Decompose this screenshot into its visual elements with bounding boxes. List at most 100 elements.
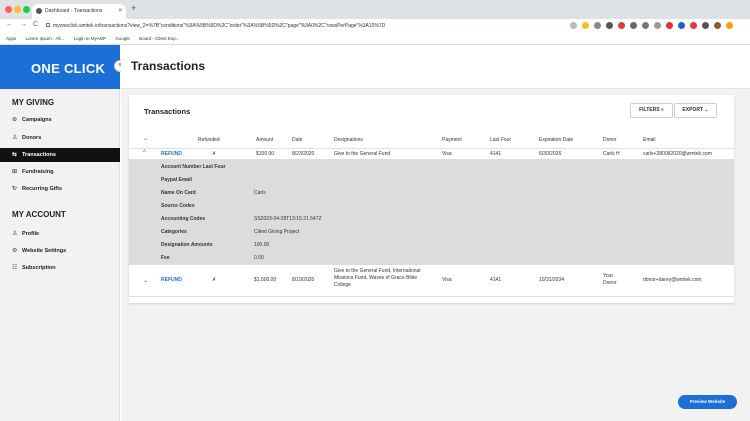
extension-icon[interactable] bbox=[678, 22, 685, 29]
detail-label: Source Codes bbox=[161, 203, 195, 209]
payment-cell: Visa bbox=[442, 277, 452, 283]
detail-value: Carls bbox=[254, 190, 266, 196]
bookmark-item[interactable]: Lorem Ipsum - All... bbox=[26, 36, 65, 41]
filters-label: FILTERS bbox=[639, 107, 660, 113]
address-bar[interactable]: myoneclick.wmtek.io/transactions?view_2=… bbox=[46, 21, 566, 32]
forward-button[interactable]: → bbox=[20, 21, 27, 28]
sidebar-item-website-settings[interactable]: ⚙ Website Settings bbox=[0, 244, 120, 258]
column-header-last-four[interactable]: Last Four bbox=[490, 137, 511, 143]
detail-label: Designation Amounts bbox=[161, 242, 213, 248]
not-refunded-icon: ✗ bbox=[212, 277, 217, 283]
extension-icon[interactable] bbox=[690, 22, 697, 29]
detail-label: Accounting Codes bbox=[161, 216, 206, 222]
exchange-icon: ⇆ bbox=[12, 152, 18, 158]
menu-icon[interactable] bbox=[726, 22, 733, 29]
page-header bbox=[121, 45, 750, 89]
designations-cell: Give to the General Fund bbox=[334, 151, 391, 157]
amount-cell: $100.00 bbox=[256, 151, 275, 157]
column-header-expiration-date[interactable]: Expiration Date bbox=[539, 137, 573, 143]
avatar[interactable] bbox=[714, 22, 721, 29]
expand-row-chevron-icon[interactable]: ⌄ bbox=[143, 277, 148, 284]
email-cell: donor+darey@wmtek.com bbox=[643, 277, 702, 283]
extension-icon[interactable] bbox=[642, 22, 649, 29]
extension-icon[interactable] bbox=[630, 22, 637, 29]
page-title: Transactions bbox=[131, 59, 206, 73]
maximize-window-button[interactable] bbox=[23, 6, 30, 13]
filter-icon: ≡ bbox=[660, 107, 664, 113]
sidebar-item-recurring-gifts[interactable]: ↻ Recurring Gifts bbox=[0, 182, 120, 196]
back-button[interactable]: ← bbox=[6, 21, 13, 28]
extension-icon[interactable] bbox=[594, 22, 601, 29]
detail-value: SS2023-04-28T13:15:21.547Z bbox=[254, 216, 322, 222]
sidebar-item-subscription[interactable]: ☷ Subscription bbox=[0, 261, 120, 275]
sidebar-item-label: Subscription bbox=[22, 265, 56, 271]
extension-icon[interactable] bbox=[606, 22, 613, 29]
gear-icon: ⚙ bbox=[12, 248, 18, 254]
browser-tab[interactable]: Dashboard - Transactions × bbox=[32, 4, 126, 19]
extension-icon[interactable] bbox=[582, 22, 589, 29]
column-header-designations[interactable]: Designations bbox=[334, 137, 363, 143]
tab-close-icon[interactable]: × bbox=[118, 4, 122, 19]
designations-cell: Give to the General Fund, International … bbox=[334, 268, 421, 288]
email-cell: carls+280082020@wmtek.com bbox=[643, 151, 712, 157]
chevron-down-icon: ⌄ bbox=[704, 107, 709, 113]
column-header-amount[interactable]: Amount bbox=[256, 137, 273, 143]
address-bar-url: myoneclick.wmtek.io/transactions?view_2=… bbox=[53, 23, 386, 29]
collapse-row-chevron-icon[interactable]: ^ bbox=[143, 150, 146, 156]
bookmark-item[interactable]: Board - Client Exp... bbox=[139, 36, 179, 41]
sidebar-item-profile[interactable]: ♙ Profile bbox=[0, 227, 120, 241]
refund-link[interactable]: REFUND bbox=[161, 277, 182, 284]
amount-cell: $1,500.00 bbox=[254, 277, 277, 283]
column-header-donor[interactable]: Donor bbox=[603, 137, 617, 143]
sidebar-item-label: Recurring Gifts bbox=[22, 186, 63, 192]
not-refunded-icon: ✗ bbox=[212, 151, 217, 157]
tab-title: Dashboard - Transactions bbox=[45, 8, 103, 14]
sidebar-item-donors[interactable]: ♙ Donors bbox=[0, 131, 120, 145]
extension-icon[interactable] bbox=[666, 22, 673, 29]
preview-website-button[interactable]: Preview Website bbox=[678, 395, 737, 409]
column-header-email[interactable]: Email bbox=[643, 137, 656, 143]
detail-label: Paypal Email bbox=[161, 177, 192, 183]
expand-all-chevron-icon[interactable]: ⌄ bbox=[143, 135, 148, 142]
extensions-bar bbox=[570, 22, 733, 31]
sidebar-item-transactions[interactable]: ⇆ Transactions bbox=[0, 148, 120, 162]
export-button[interactable]: EXPORT ⌄ bbox=[674, 103, 717, 118]
export-label: EXPORT bbox=[682, 107, 703, 113]
sidebar-item-label: Transactions bbox=[22, 152, 56, 158]
extension-icon[interactable] bbox=[654, 22, 661, 29]
subscription-icon: ☷ bbox=[12, 265, 18, 271]
extension-icon[interactable] bbox=[618, 22, 625, 29]
sidebar-item-fundraising[interactable]: ⊞ Fundraising bbox=[0, 165, 120, 179]
fundraising-icon: ⊞ bbox=[12, 169, 18, 175]
close-window-button[interactable] bbox=[5, 6, 12, 13]
date-cell: 8/19/2020 bbox=[292, 277, 315, 283]
sidebar-item-label: Campaigns bbox=[22, 117, 52, 123]
expiration-cell: 10/31/2034 bbox=[539, 277, 565, 283]
detail-label: Fee bbox=[161, 255, 170, 261]
section-title-my-account: MY ACCOUNT bbox=[12, 210, 66, 219]
target-icon: ⊙ bbox=[12, 117, 18, 123]
filters-button[interactable]: FILTERS ≡ bbox=[630, 103, 673, 118]
new-tab-button[interactable]: + bbox=[131, 3, 136, 13]
user-icon: ♙ bbox=[12, 231, 18, 237]
logo[interactable]: ONE CLICK bbox=[31, 61, 105, 76]
column-header-refunded[interactable]: Refunded bbox=[198, 137, 220, 143]
detail-label: Name On Card bbox=[161, 190, 196, 196]
minimize-window-button[interactable] bbox=[14, 6, 21, 13]
reload-button[interactable]: C bbox=[33, 21, 38, 28]
bookmark-item[interactable]: Login to MyADP bbox=[74, 36, 107, 41]
column-header-date[interactable]: Date bbox=[292, 137, 303, 143]
star-icon[interactable] bbox=[570, 22, 577, 29]
recurring-icon: ↻ bbox=[12, 186, 18, 192]
bookmarks-bar: Apps Lorem Ipsum - All... Login to MyADP… bbox=[0, 34, 750, 45]
detail-value: 100.00 bbox=[254, 242, 270, 248]
bookmark-item[interactable]: Apps bbox=[6, 36, 16, 41]
column-header-payment[interactable]: Payment bbox=[442, 137, 462, 143]
lock-icon bbox=[46, 23, 50, 27]
detail-label: Account Number Last Four bbox=[161, 164, 226, 170]
refund-link[interactable]: REFUND bbox=[161, 151, 182, 158]
donor-cell: Carls H bbox=[603, 151, 620, 157]
bookmark-item[interactable]: Google bbox=[115, 36, 130, 41]
sidebar-item-campaigns[interactable]: ⊙ Campaigns bbox=[0, 113, 120, 127]
puzzle-icon[interactable] bbox=[702, 22, 709, 29]
